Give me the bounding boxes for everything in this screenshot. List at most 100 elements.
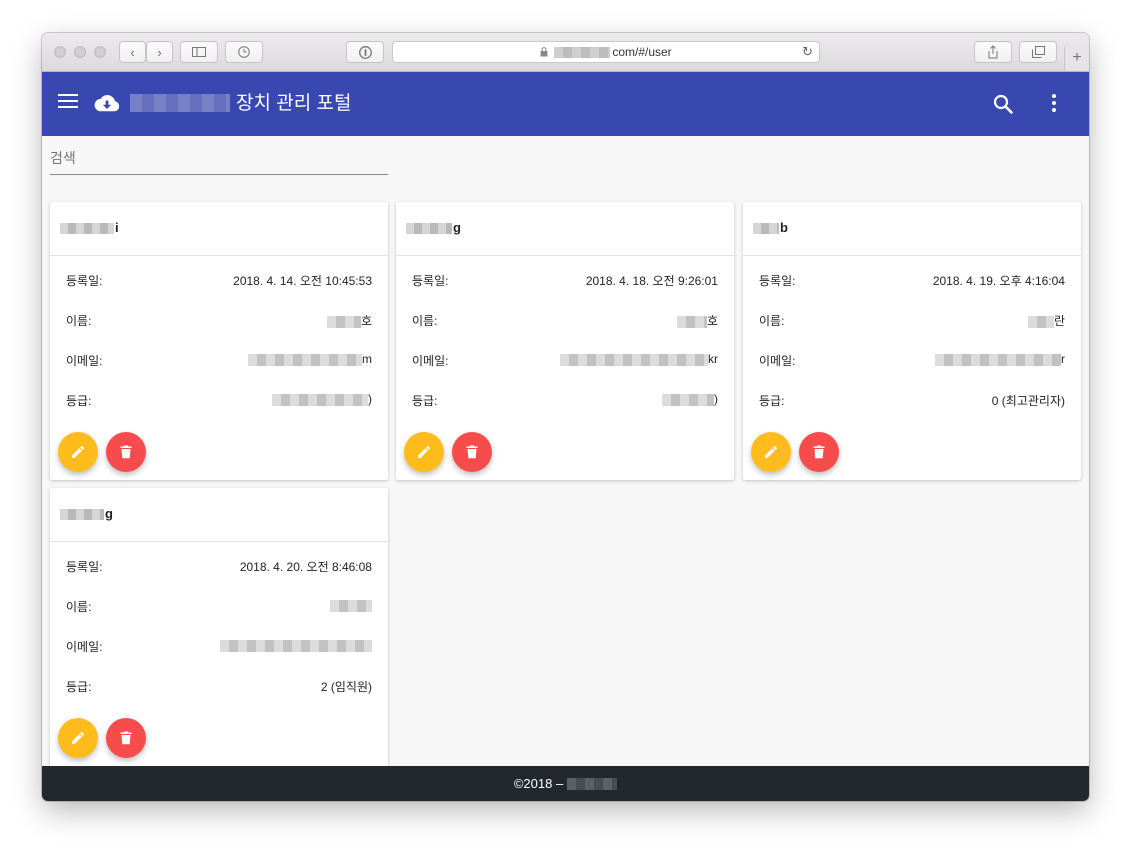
email-label: 이메일: bbox=[412, 354, 449, 368]
delete-button[interactable] bbox=[106, 718, 146, 758]
close-window-button[interactable] bbox=[54, 46, 66, 58]
email-label: 이메일: bbox=[759, 354, 796, 368]
registered-label: 등록일: bbox=[412, 274, 449, 288]
card-header: g bbox=[396, 202, 734, 256]
trash-icon bbox=[466, 445, 478, 459]
more-vert-icon[interactable] bbox=[1044, 94, 1064, 114]
browser-window: ‹ › com/#/user ↻ + 장치 관리 포털 검색 i 등록일: 20… bbox=[42, 33, 1089, 801]
sidebar-icon bbox=[192, 47, 206, 57]
window-controls bbox=[54, 46, 106, 58]
search-icon[interactable] bbox=[992, 93, 1014, 115]
grade-label: 등급: bbox=[759, 394, 785, 408]
user-card: g 등록일: 2018. 4. 20. 오전 8:46:08 이름: 이메일: … bbox=[50, 488, 388, 778]
trash-icon bbox=[120, 445, 132, 459]
card-header: g bbox=[50, 488, 388, 542]
pencil-icon bbox=[72, 731, 85, 744]
name-row: 이름: 호 bbox=[412, 310, 718, 330]
registered-row: 등록일: 2018. 4. 19. 오후 4:16:04 bbox=[759, 270, 1065, 290]
privacy-icon bbox=[358, 45, 372, 59]
chevron-left-icon: ‹ bbox=[130, 44, 135, 60]
grade-value: 0 (최고관리자) bbox=[991, 394, 1065, 408]
trash-icon bbox=[813, 445, 825, 459]
name-row: 이름: 호 bbox=[66, 310, 372, 330]
edit-button[interactable] bbox=[58, 432, 98, 472]
search-input[interactable] bbox=[50, 142, 388, 175]
url-text: com/#/user bbox=[612, 45, 672, 59]
email-value bbox=[220, 638, 372, 652]
email-value: r bbox=[935, 352, 1065, 366]
card-header: i bbox=[50, 202, 388, 256]
app-title: 장치 관리 포털 bbox=[236, 93, 352, 114]
grade-row: 등급: 0 (최고관리자) bbox=[759, 390, 1065, 410]
new-tab-button[interactable]: + bbox=[1064, 47, 1089, 71]
footer-copyright: ©2018 – bbox=[513, 776, 564, 791]
user-id: g bbox=[60, 506, 113, 521]
name-row: 이름: 란 bbox=[759, 310, 1065, 330]
tabs-overview-button[interactable] bbox=[1019, 41, 1057, 63]
lock-icon bbox=[540, 47, 548, 57]
email-value: m bbox=[248, 352, 372, 366]
name-value: 호 bbox=[676, 312, 718, 329]
email-value: kr bbox=[560, 352, 718, 366]
delete-button[interactable] bbox=[799, 432, 839, 472]
minimize-window-button[interactable] bbox=[74, 46, 86, 58]
user-id: b bbox=[753, 220, 788, 235]
name-row: 이름: bbox=[66, 596, 372, 616]
privacy-button[interactable] bbox=[346, 41, 384, 63]
email-row: 이메일: kr bbox=[412, 350, 718, 370]
clock-icon bbox=[238, 46, 250, 58]
trash-icon bbox=[120, 731, 132, 745]
name-label: 이름: bbox=[66, 314, 92, 328]
email-row: 이메일: r bbox=[759, 350, 1065, 370]
name-label: 이름: bbox=[759, 314, 785, 328]
menu-icon[interactable] bbox=[58, 94, 78, 112]
user-id: i bbox=[60, 220, 119, 235]
delete-button[interactable] bbox=[106, 432, 146, 472]
share-button[interactable] bbox=[974, 41, 1012, 63]
redacted-company-name bbox=[567, 777, 618, 790]
grade-value: ) bbox=[272, 392, 372, 406]
history-button[interactable] bbox=[225, 41, 263, 63]
address-bar[interactable]: com/#/user ↻ bbox=[392, 41, 820, 63]
pencil-icon bbox=[765, 445, 778, 458]
delete-button[interactable] bbox=[452, 432, 492, 472]
registered-value: 2018. 4. 20. 오전 8:46:08 bbox=[239, 560, 372, 574]
app-bar: 장치 관리 포털 bbox=[42, 72, 1089, 136]
grade-value: 2 (임직원) bbox=[320, 680, 372, 694]
name-label: 이름: bbox=[66, 600, 92, 614]
redacted-domain bbox=[554, 46, 611, 58]
zoom-window-button[interactable] bbox=[94, 46, 106, 58]
grade-value: ) bbox=[662, 392, 718, 406]
grade-row: 등급: 2 (임직원) bbox=[66, 676, 372, 696]
cloud-download-icon bbox=[94, 94, 120, 112]
edit-button[interactable] bbox=[58, 718, 98, 758]
sidebar-button[interactable] bbox=[180, 41, 218, 63]
pencil-icon bbox=[418, 445, 431, 458]
grade-label: 등급: bbox=[66, 680, 92, 694]
grade-label: 등급: bbox=[412, 394, 438, 408]
grade-row: 등급: ) bbox=[412, 390, 718, 410]
forward-button[interactable]: › bbox=[146, 41, 173, 63]
edit-button[interactable] bbox=[751, 432, 791, 472]
share-icon bbox=[988, 45, 998, 59]
card-header: b bbox=[743, 202, 1081, 256]
user-card: i 등록일: 2018. 4. 14. 오전 10:45:53 이름: 호 이메… bbox=[50, 202, 388, 480]
registered-label: 등록일: bbox=[66, 560, 103, 574]
user-card: g 등록일: 2018. 4. 18. 오전 9:26:01 이름: 호 이메일… bbox=[396, 202, 734, 480]
registered-value: 2018. 4. 18. 오전 9:26:01 bbox=[585, 274, 718, 288]
user-card: b 등록일: 2018. 4. 19. 오후 4:16:04 이름: 란 이메일… bbox=[743, 202, 1081, 480]
email-label: 이메일: bbox=[66, 354, 103, 368]
tabs-icon bbox=[1031, 46, 1045, 58]
email-label: 이메일: bbox=[66, 640, 103, 654]
email-row: 이메일: m bbox=[66, 350, 372, 370]
redacted-company-name bbox=[130, 94, 230, 112]
reload-icon[interactable]: ↻ bbox=[802, 44, 813, 60]
back-button[interactable]: ‹ bbox=[119, 41, 146, 63]
main-content: i 등록일: 2018. 4. 14. 오전 10:45:53 이름: 호 이메… bbox=[42, 136, 1089, 778]
email-row: 이메일: bbox=[66, 636, 372, 656]
registered-value: 2018. 4. 14. 오전 10:45:53 bbox=[233, 274, 372, 288]
name-value bbox=[330, 598, 372, 612]
grade-label: 등급: bbox=[66, 394, 92, 408]
registered-value: 2018. 4. 19. 오후 4:16:04 bbox=[932, 274, 1065, 288]
edit-button[interactable] bbox=[404, 432, 444, 472]
